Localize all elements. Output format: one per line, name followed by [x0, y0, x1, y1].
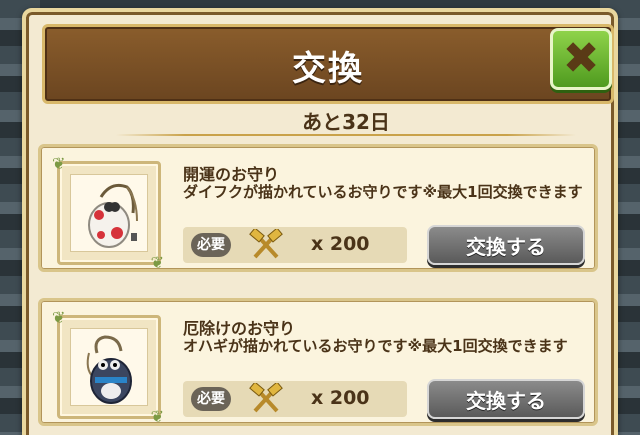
remaining-days: あと32日: [302, 109, 390, 134]
crossed-hammers-icon: [249, 229, 283, 259]
exchange-button[interactable]: 交換する: [427, 225, 585, 265]
item-thumbnail: ❦ ❦: [52, 154, 164, 272]
item-thumbnail: ❦ ❦: [52, 308, 164, 426]
close-x-icon: ✖: [562, 33, 600, 84]
title-bar: 交換: [42, 24, 614, 104]
requirement-box: 必要 x 200: [183, 227, 407, 263]
item-description: ダイフクが描かれているお守りです※最大1回交換できます: [183, 183, 583, 201]
exchange-button[interactable]: 交換する: [427, 379, 585, 419]
requirement-box: 必要 x 200: [183, 381, 407, 417]
item-card: ❦ ❦ 厄除けのお守り オハギが描かれているお守りです※最大1回交換できます 必…: [38, 298, 598, 426]
required-quantity: x 200: [311, 387, 370, 409]
item-name: 開運のお守り: [183, 165, 280, 184]
crossed-hammers-icon: [249, 383, 283, 413]
remaining-days-ribbon: あと32日: [116, 100, 576, 140]
required-label: 必要: [191, 387, 231, 411]
lucky-charm-icon: [88, 183, 138, 248]
item-name: 厄除けのお守り: [183, 319, 296, 338]
dialog-title: 交換: [292, 49, 364, 89]
item-card: ❦ ❦ 開運のお守り ダイフクが描かれているお守りです※最大1回交換できます 必…: [38, 144, 598, 272]
close-button[interactable]: ✖: [550, 28, 612, 90]
required-quantity: x 200: [311, 233, 370, 255]
required-label: 必要: [191, 233, 231, 257]
warding-charm-icon: [86, 335, 132, 404]
item-description: オハギが描かれているお守りです※最大1回交換できます: [183, 337, 568, 355]
